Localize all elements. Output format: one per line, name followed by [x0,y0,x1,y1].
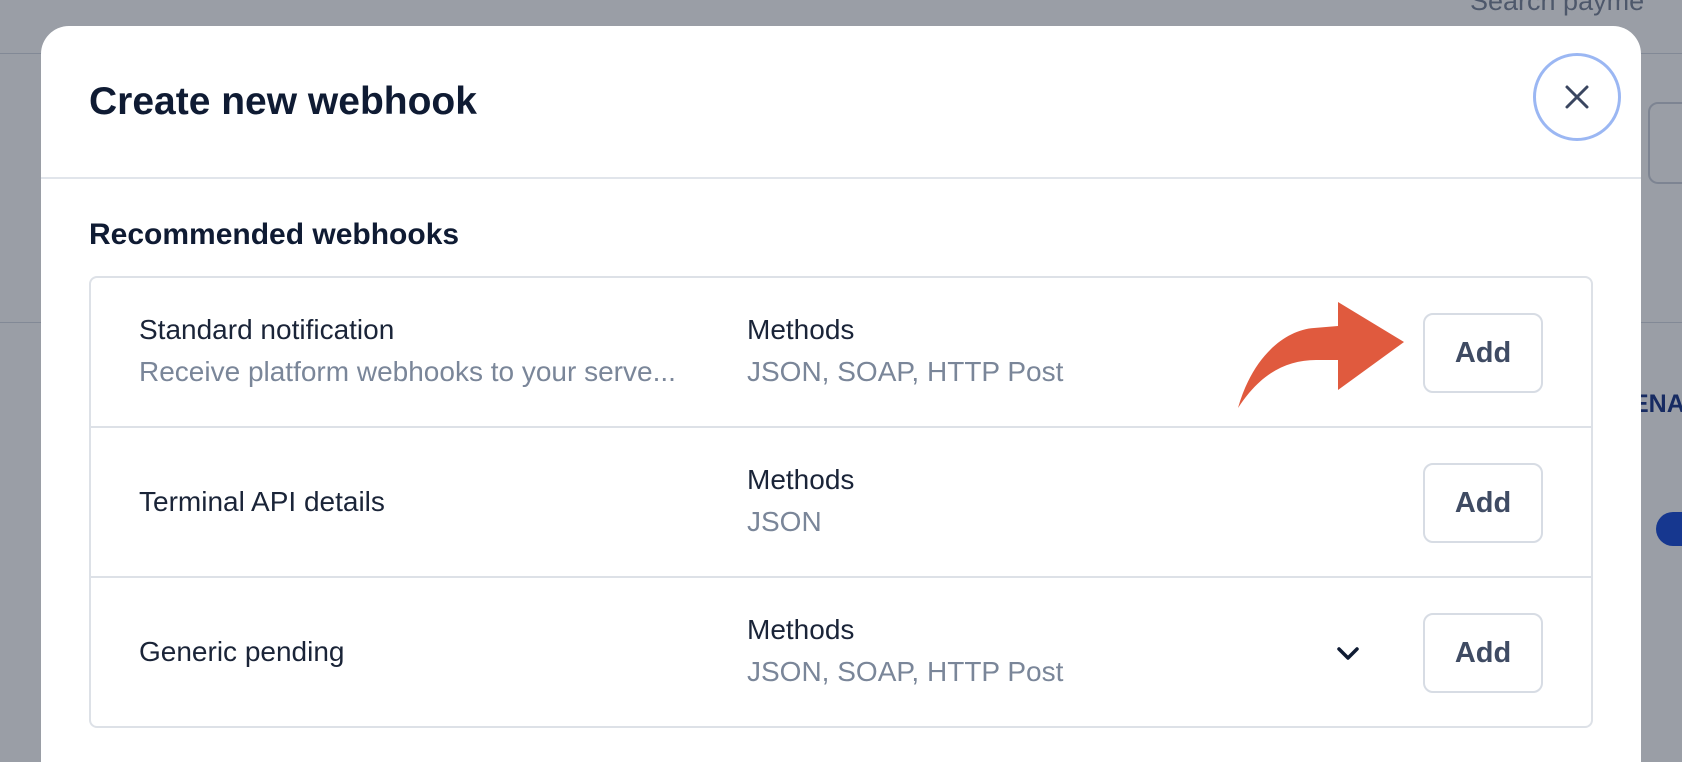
chevron-down-icon[interactable] [1331,636,1365,670]
close-icon [1565,85,1589,109]
methods-value: JSON, SOAP, HTTP Post [747,356,1064,387]
section-title: Recommended webhooks [89,218,460,251]
webhook-name: Generic pending [139,636,345,667]
modal-title: Create new webhook [89,80,477,123]
methods-label: Methods [747,464,855,495]
annotation-arrow-icon [1238,302,1404,408]
modal-header: Create new webhook [41,26,1641,179]
webhook-row-generic-pending: Generic pending Methods JSON, SOAP, HTTP… [91,578,1591,726]
close-button[interactable] [1533,53,1621,141]
methods-label: Methods [747,614,855,645]
methods-value: JSON, SOAP, HTTP Post [747,656,1064,687]
annotation-arrow-shape [1238,302,1404,408]
add-button-standard-notification[interactable]: Add [1423,313,1543,393]
webhook-name: Standard notification [139,314,395,345]
webhook-description: Receive platform webhooks to your serve.… [139,356,676,387]
add-button-generic-pending[interactable]: Add [1423,613,1543,693]
webhook-name: Terminal API details [139,486,385,517]
webhook-row-terminal-api-details: Terminal API details Methods JSON Add [91,428,1591,578]
methods-value: JSON [747,506,822,537]
methods-label: Methods [747,314,855,345]
add-button-terminal-api-details[interactable]: Add [1423,463,1543,543]
